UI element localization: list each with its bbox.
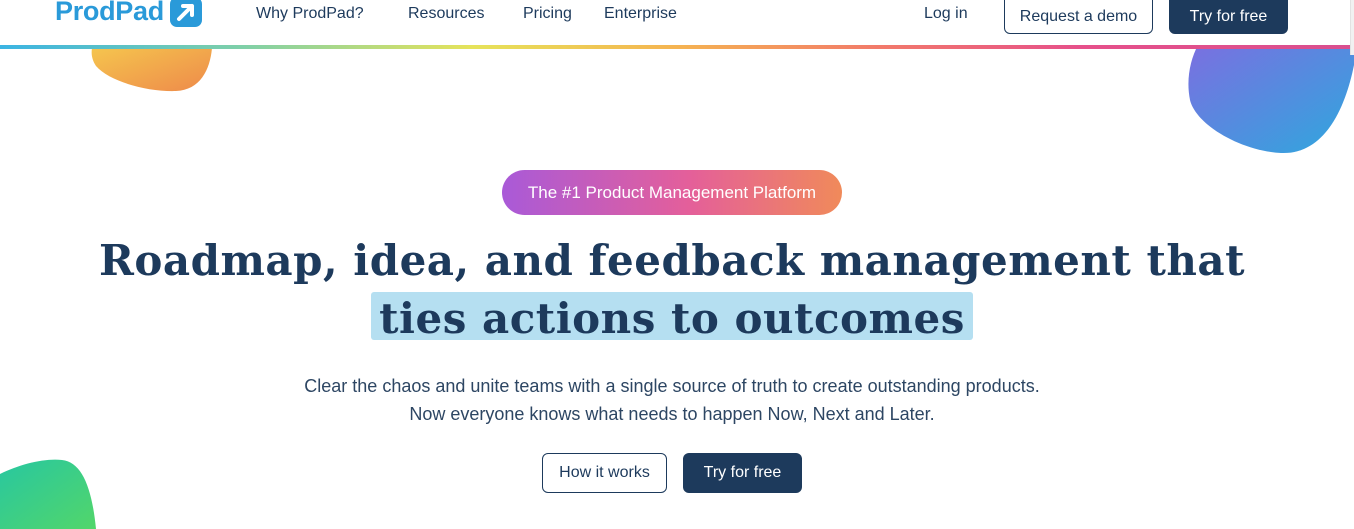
logo-text: ProdPad xyxy=(55,0,164,26)
nav-why-prodpad[interactable]: Why ProdPad? xyxy=(256,5,364,23)
headline-highlight: ties actions to outcomes xyxy=(371,290,973,348)
header-try-free-button[interactable]: Try for free xyxy=(1169,0,1288,34)
nav-pricing[interactable]: Pricing xyxy=(523,5,572,23)
login-link[interactable]: Log in xyxy=(924,5,968,23)
green-blob-decoration xyxy=(0,459,96,529)
prodpad-logo[interactable]: ProdPad xyxy=(55,0,202,27)
blue-blob-decoration xyxy=(1188,45,1354,154)
nav-resources[interactable]: Resources xyxy=(408,5,484,23)
headline-line-1: Roadmap, idea, and feedback management t… xyxy=(98,236,1246,285)
header-rainbow-divider xyxy=(0,45,1350,49)
logo-arrow-icon xyxy=(169,0,202,27)
headline-highlight-text: ties actions to outcomes xyxy=(379,294,965,343)
hero-subtext: Clear the chaos and unite teams with a s… xyxy=(304,376,1040,424)
how-it-works-button[interactable]: How it works xyxy=(542,453,667,493)
hero-badge: The #1 Product Management Platform xyxy=(502,170,842,215)
site-header: ProdPad Why ProdPad? Resources Pricing E… xyxy=(0,0,1354,45)
nav-enterprise[interactable]: Enterprise xyxy=(604,5,677,23)
hero-headline: Roadmap, idea, and feedback management t… xyxy=(0,232,1344,348)
request-demo-button[interactable]: Request a demo xyxy=(1004,0,1153,34)
hero-try-free-button[interactable]: Try for free xyxy=(683,453,802,493)
scrollbar[interactable] xyxy=(1350,0,1354,55)
